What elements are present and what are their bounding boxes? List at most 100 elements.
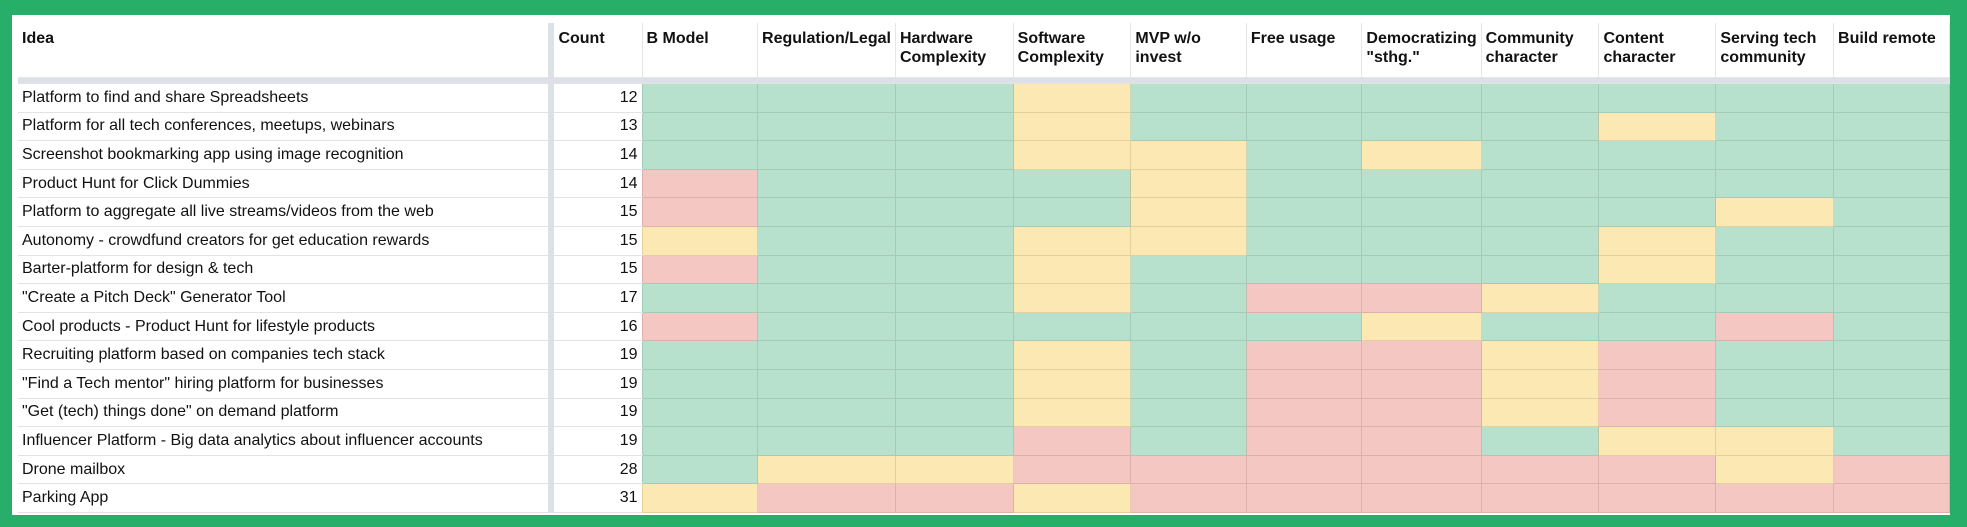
rating-cell-green[interactable]	[1245, 140, 1363, 170]
column-header[interactable]: MVP w/o invest	[1130, 23, 1247, 78]
count-cell[interactable]: 12	[551, 83, 643, 113]
rating-cell-green[interactable]	[1130, 254, 1247, 285]
rating-cell-green[interactable]	[1361, 83, 1482, 113]
rating-cell-red[interactable]	[1245, 340, 1363, 370]
idea-cell[interactable]: Drone mailbox	[18, 455, 555, 485]
rating-cell-green[interactable]	[1480, 311, 1600, 342]
rating-cell-yellow[interactable]	[641, 225, 759, 256]
rating-cell-yellow[interactable]	[1012, 225, 1132, 256]
rating-cell-green[interactable]	[1245, 254, 1363, 285]
rating-cell-red[interactable]	[1598, 397, 1717, 428]
rating-cell-green[interactable]	[1480, 111, 1600, 142]
rating-cell-green[interactable]	[1833, 254, 1950, 285]
column-header[interactable]: Regulation/Legal	[757, 23, 896, 78]
rating-cell-green[interactable]	[757, 83, 896, 113]
idea-cell[interactable]: Product Hunt for Click Dummies	[18, 169, 555, 199]
rating-cell-yellow[interactable]	[1480, 340, 1600, 370]
rating-cell-red[interactable]	[1715, 483, 1835, 513]
count-cell[interactable]: 14	[551, 140, 643, 170]
rating-cell-red[interactable]	[1245, 283, 1363, 313]
rating-cell-green[interactable]	[757, 225, 896, 256]
rating-cell-green[interactable]	[1833, 140, 1950, 170]
idea-cell[interactable]: "Get (tech) things done" on demand platf…	[18, 398, 555, 428]
rating-cell-green[interactable]	[1833, 340, 1950, 370]
rating-cell-yellow[interactable]	[1598, 254, 1717, 285]
rating-cell-red[interactable]	[1130, 483, 1247, 513]
rating-cell-green[interactable]	[1012, 197, 1132, 227]
rating-cell-green[interactable]	[1715, 254, 1835, 285]
rating-cell-green[interactable]	[1130, 397, 1247, 428]
rating-cell-green[interactable]	[757, 197, 896, 227]
rating-cell-green[interactable]	[894, 197, 1014, 227]
rating-cell-yellow[interactable]	[1012, 483, 1132, 513]
rating-cell-green[interactable]	[1245, 197, 1363, 227]
idea-cell[interactable]: Autonomy - crowdfund creators for get ed…	[18, 226, 555, 256]
count-cell[interactable]: 15	[551, 255, 643, 285]
rating-cell-green[interactable]	[1833, 83, 1950, 113]
rating-cell-green[interactable]	[757, 283, 896, 313]
rating-cell-green[interactable]	[1480, 254, 1600, 285]
rating-cell-green[interactable]	[1598, 197, 1717, 227]
rating-cell-red[interactable]	[1245, 426, 1363, 456]
rating-cell-green[interactable]	[1480, 225, 1600, 256]
rating-cell-green[interactable]	[1245, 111, 1363, 142]
rating-cell-green[interactable]	[641, 426, 759, 456]
rating-cell-red[interactable]	[1715, 311, 1835, 342]
rating-cell-green[interactable]	[894, 225, 1014, 256]
rating-cell-yellow[interactable]	[641, 483, 759, 513]
rating-cell-red[interactable]	[1245, 368, 1363, 399]
column-header[interactable]: Serving tech community	[1715, 23, 1835, 78]
rating-cell-green[interactable]	[894, 140, 1014, 170]
rating-cell-green[interactable]	[1130, 83, 1247, 113]
rating-cell-yellow[interactable]	[1012, 397, 1132, 428]
count-cell[interactable]: 14	[551, 169, 643, 199]
rating-cell-green[interactable]	[1130, 311, 1247, 342]
rating-cell-red[interactable]	[1245, 483, 1363, 513]
rating-cell-red[interactable]	[641, 254, 759, 285]
rating-cell-red[interactable]	[1833, 483, 1950, 513]
rating-cell-green[interactable]	[1130, 368, 1247, 399]
count-cell[interactable]: 13	[551, 112, 643, 142]
rating-cell-red[interactable]	[1245, 454, 1363, 485]
rating-cell-green[interactable]	[1130, 340, 1247, 370]
rating-cell-red[interactable]	[1598, 483, 1717, 513]
rating-cell-red[interactable]	[1361, 283, 1482, 313]
rating-cell-green[interactable]	[1598, 83, 1717, 113]
rating-cell-yellow[interactable]	[1361, 311, 1482, 342]
rating-cell-green[interactable]	[641, 340, 759, 370]
rating-cell-red[interactable]	[641, 197, 759, 227]
rating-cell-yellow[interactable]	[1598, 426, 1717, 456]
rating-cell-green[interactable]	[1833, 368, 1950, 399]
idea-cell[interactable]: Platform to aggregate all live streams/v…	[18, 197, 555, 227]
rating-cell-green[interactable]	[1833, 426, 1950, 456]
rating-cell-yellow[interactable]	[1130, 225, 1247, 256]
rating-cell-green[interactable]	[757, 340, 896, 370]
rating-cell-green[interactable]	[757, 140, 896, 170]
rating-cell-yellow[interactable]	[1480, 283, 1600, 313]
rating-cell-yellow[interactable]	[1715, 454, 1835, 485]
rating-cell-green[interactable]	[641, 397, 759, 428]
rating-cell-yellow[interactable]	[1361, 140, 1482, 170]
rating-cell-green[interactable]	[641, 140, 759, 170]
rating-cell-green[interactable]	[1480, 426, 1600, 456]
rating-cell-green[interactable]	[641, 283, 759, 313]
idea-cell[interactable]: "Create a Pitch Deck" Generator Tool	[18, 283, 555, 313]
rating-cell-yellow[interactable]	[1012, 111, 1132, 142]
rating-cell-red[interactable]	[894, 483, 1014, 513]
rating-cell-yellow[interactable]	[1130, 168, 1247, 199]
rating-cell-yellow[interactable]	[1012, 140, 1132, 170]
rating-cell-yellow[interactable]	[1130, 197, 1247, 227]
idea-cell[interactable]: Cool products - Product Hunt for lifesty…	[18, 312, 555, 342]
rating-cell-green[interactable]	[1715, 368, 1835, 399]
idea-cell[interactable]: Platform for all tech conferences, meetu…	[18, 112, 555, 142]
rating-cell-red[interactable]	[1245, 397, 1363, 428]
rating-cell-green[interactable]	[641, 83, 759, 113]
count-cell[interactable]: 19	[551, 398, 643, 428]
rating-cell-red[interactable]	[1833, 454, 1950, 485]
rating-cell-red[interactable]	[1012, 426, 1132, 456]
rating-cell-red[interactable]	[1361, 368, 1482, 399]
rating-cell-green[interactable]	[757, 111, 896, 142]
rating-cell-yellow[interactable]	[1480, 397, 1600, 428]
rating-cell-green[interactable]	[1833, 311, 1950, 342]
rating-cell-red[interactable]	[1598, 454, 1717, 485]
